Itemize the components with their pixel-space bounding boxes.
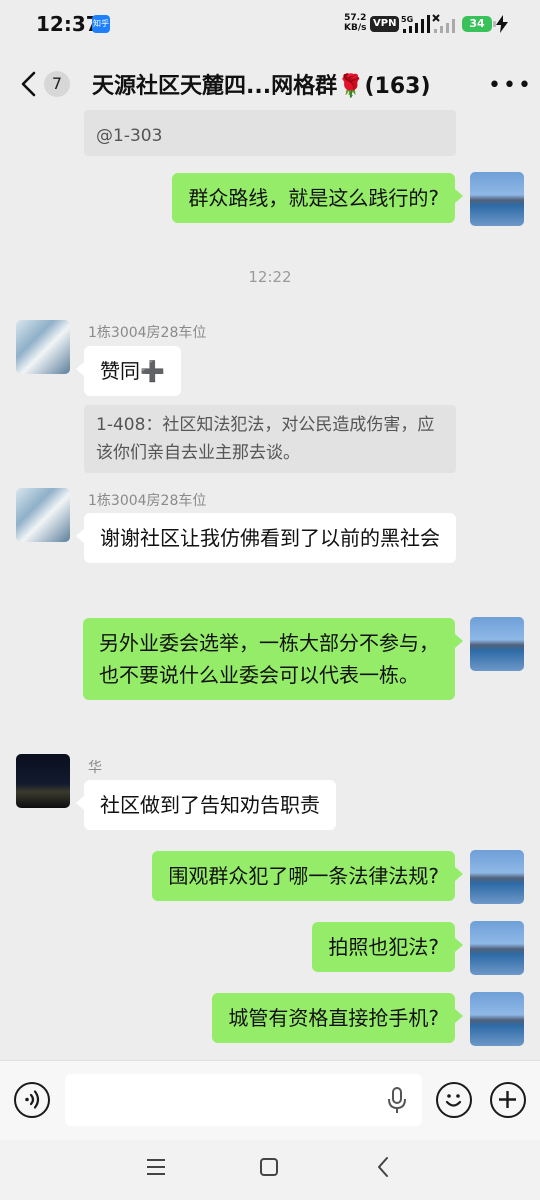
incoming-message[interactable]: 社区做到了告知劝告职责 (76, 780, 336, 830)
sender-name: 华 (88, 760, 102, 776)
my-avatar[interactable] (470, 617, 524, 671)
outgoing-message[interactable]: 城管有资格直接抢手机? (212, 993, 463, 1043)
network-speed: 57.2 KB/s (344, 13, 367, 33)
sender-avatar[interactable] (16, 488, 70, 542)
incoming-message[interactable]: 赞同➕ (76, 346, 181, 396)
zhihu-app-icon: 知乎 (92, 15, 110, 33)
sender-avatar[interactable] (16, 754, 70, 808)
quoted-message-text: @1-303 (96, 126, 163, 146)
status-time: 12:37 (36, 12, 100, 36)
signal-no-service-icon (432, 14, 455, 33)
sender-name: 1栋3004房28车位 (88, 493, 207, 509)
plus-icon[interactable] (490, 1082, 526, 1118)
system-nav-bar (0, 1140, 540, 1200)
message-timestamp: 12:22 (248, 268, 292, 286)
outgoing-message[interactable]: 围观群众犯了哪一条法律法规? (152, 851, 463, 901)
quoted-message[interactable]: @1-303 (84, 110, 456, 156)
vpn-badge: VPN (370, 16, 400, 32)
back-nav-icon[interactable] (375, 1156, 391, 1178)
quoted-message[interactable]: 1-408：社区知法犯法，对公民造成伤害，应该你们亲自去业主那去谈。 (84, 405, 456, 473)
home-icon[interactable] (258, 1156, 280, 1178)
chat-title: 天源社区天麓四...网格群🌹(163) (92, 74, 431, 99)
voice-icon[interactable] (14, 1082, 50, 1118)
microphone-icon[interactable] (386, 1086, 408, 1116)
menu-icon[interactable] (145, 1157, 167, 1177)
incoming-message[interactable]: 谢谢社区让我仿佛看到了以前的黑社会 (76, 513, 456, 563)
my-avatar[interactable] (470, 172, 524, 226)
sim1-label: 5G (401, 15, 413, 24)
my-avatar[interactable] (470, 921, 524, 975)
signal-5g-icon: 5G (401, 15, 430, 33)
message-input[interactable] (65, 1074, 422, 1126)
battery-icon: 34 (462, 16, 496, 32)
outgoing-message[interactable]: 另外业委会选举，一栋大部分不参与，也不要说什么业委会可以代表一栋。 (83, 618, 463, 700)
charging-icon (496, 15, 508, 33)
unread-count-badge[interactable]: 7 (44, 71, 70, 97)
quoted-message-text: 1-408：社区知法犯法，对公民造成伤害，应该你们亲自去业主那去谈。 (96, 415, 435, 463)
sender-avatar[interactable] (16, 320, 70, 374)
input-bar (0, 1060, 540, 1140)
my-avatar[interactable] (470, 850, 524, 904)
outgoing-message[interactable]: 拍照也犯法? (312, 922, 463, 972)
back-arrow-icon[interactable] (18, 70, 42, 98)
emoji-icon[interactable] (436, 1082, 472, 1118)
sender-name: 1栋3004房28车位 (88, 325, 207, 341)
more-options-icon[interactable]: ••• (488, 75, 533, 97)
status-bar: 12:37 知乎 57.2 KB/s VPN 5G 34 (0, 0, 540, 48)
my-avatar[interactable] (470, 992, 524, 1046)
outgoing-message[interactable]: 群众路线，就是这么践行的? (172, 173, 463, 223)
